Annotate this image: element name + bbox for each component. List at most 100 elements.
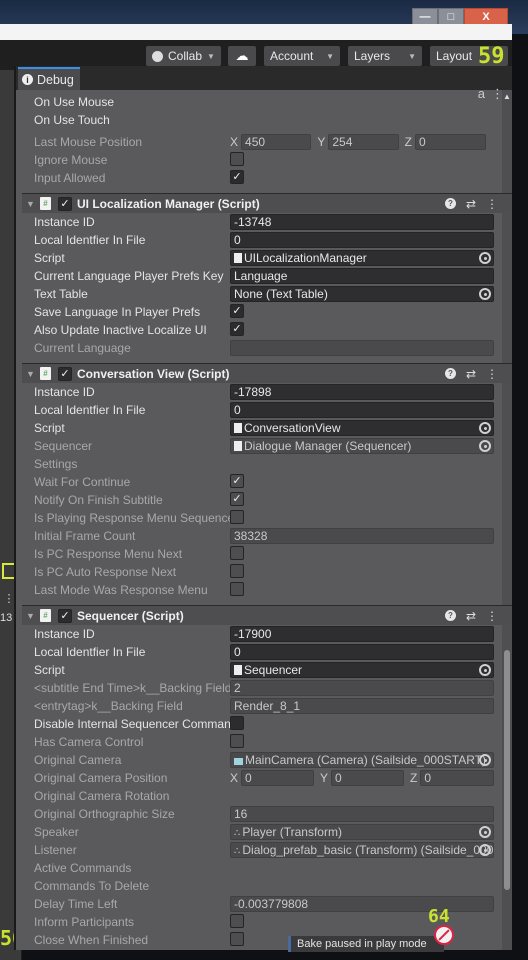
component-header-ui-localization-manager[interactable]: ▼ # ✓ UI Localization Manager (Script) ?… [22,193,512,213]
maximize-button[interactable]: □ [438,8,464,25]
script-file-icon [234,665,242,675]
notify-on-finish-checkbox[interactable]: ✓ [230,492,244,506]
commands-to-delete-row[interactable]: Commands To Delete [22,877,512,895]
component-enabled-checkbox[interactable]: ✓ [58,609,72,623]
presets-icon[interactable]: ⇄ [466,197,476,211]
current-language-field[interactable] [230,340,494,356]
commands-to-delete-foldout[interactable]: Commands To Delete [34,879,230,893]
on-use-mouse-label[interactable]: On Use Mouse [34,95,230,109]
initial-frame-count-field[interactable]: 38328 [230,528,494,544]
on-use-touch-label[interactable]: On Use Touch [34,113,230,127]
settings-foldout[interactable]: Settings [34,457,230,471]
listener-field[interactable]: ∴ Dialog_prefab_basic (Transform) (Sailsi… [230,842,494,858]
is-playing-response-checkbox[interactable] [230,510,244,524]
subtitle-end-time-field[interactable]: 2 [230,680,494,696]
local-identifier-field[interactable]: 0 [230,232,494,248]
minimize-button[interactable]: — [412,8,438,25]
mouse-z-field[interactable]: 0 [415,134,486,150]
chevron-down-icon: ▼ [408,51,416,61]
component-header-sequencer[interactable]: ▼ # ✓ Sequencer (Script) ? ⇄ ⋮ [22,605,512,625]
instance-id-field[interactable]: -17898 [230,384,494,400]
camera-pos-x-field[interactable]: 0 [241,770,314,786]
entrytag-field[interactable]: Render_8_1 [230,698,494,714]
wait-for-continue-checkbox[interactable]: ✓ [230,474,244,488]
settings-row[interactable]: Settings [22,455,512,473]
is-pc-auto-response-checkbox[interactable] [230,564,244,578]
script-value: ConversationView [244,421,341,435]
object-picker-icon[interactable] [479,252,491,264]
instance-id-label: Instance ID [34,215,95,229]
mouse-x-field[interactable]: 450 [241,134,312,150]
local-identifier-field[interactable]: 0 [230,402,494,418]
script-value: Sequencer [244,663,303,677]
component-header-conversation-view[interactable]: ▼ # ✓ Conversation View (Script) ? ⇄ ⋮ [22,363,512,383]
inform-participants-checkbox[interactable] [230,914,244,928]
object-picker-icon[interactable] [479,844,491,856]
wait-for-continue-row: Wait For Continue ✓ [22,473,512,491]
listener-value: Dialog_prefab_basic (Transform) (Sailsid… [242,843,494,857]
object-picker-icon[interactable] [479,826,491,838]
script-object-field[interactable]: Sequencer [230,662,494,678]
instance-id-field[interactable]: -13748 [230,214,494,230]
kebab-menu-icon[interactable]: ⋮ [486,367,498,381]
component-title: Conversation View (Script) [77,366,230,381]
component-enabled-checkbox[interactable]: ✓ [58,197,72,211]
close-button[interactable]: X [464,8,508,25]
on-use-mouse-row[interactable]: On Use Mouse [22,93,512,111]
current-language-label: Current Language [34,341,131,355]
component-enabled-checkbox[interactable]: ✓ [58,367,72,381]
ignore-mouse-checkbox[interactable] [230,152,244,166]
speaker-field[interactable]: ∴ Player (Transform) [230,824,494,840]
active-commands-row[interactable]: Active Commands [22,859,512,877]
collab-button[interactable]: Collab ▼ [146,46,221,66]
on-use-touch-row[interactable]: On Use Touch [22,111,512,129]
sequencer-object-field[interactable]: Dialogue Manager (Sequencer) [230,438,494,454]
instance-id-field[interactable]: -17900 [230,626,494,642]
last-mode-response-checkbox[interactable] [230,582,244,596]
has-camera-control-checkbox[interactable] [230,734,244,748]
lighting-bake-icon[interactable] [434,925,454,945]
fold-arrow-icon[interactable]: ▼ [26,369,35,379]
original-ortho-size-field[interactable]: 16 [230,806,494,822]
original-camera-field[interactable]: MainCamera (Camera) (Sailside_000START) [230,752,494,768]
active-commands-foldout[interactable]: Active Commands [34,861,230,875]
text-table-field[interactable]: None (Text Table) [230,286,494,302]
disable-internal-checkbox[interactable] [230,716,244,730]
local-identifier-field[interactable]: 0 [230,644,494,660]
presets-icon[interactable]: ⇄ [466,609,476,623]
also-update-checkbox[interactable]: ✓ [230,322,244,336]
script-object-field[interactable]: ConversationView [230,420,494,436]
fold-arrow-icon[interactable]: ▼ [26,199,35,209]
object-picker-icon[interactable] [479,288,491,300]
delay-time-left-field[interactable]: -0.003779808 [230,896,494,912]
camera-pos-y-field[interactable]: 0 [331,770,404,786]
input-allowed-checkbox[interactable]: ✓ [230,170,244,184]
original-camera-rotation-foldout[interactable]: Original Camera Rotation [34,789,230,803]
help-icon[interactable]: ? [444,198,456,209]
object-picker-icon[interactable] [479,664,491,676]
current-language-key-field[interactable]: Language [230,268,494,284]
cloud-button[interactable]: ☁ [228,46,256,66]
original-camera-rotation-row[interactable]: Original Camera Rotation [22,787,512,805]
status-message: Bake paused in play mode [288,936,444,952]
kebab-menu-icon[interactable]: ⋮ [486,197,498,211]
layers-dropdown[interactable]: Layers ▼ [348,46,422,66]
camera-pos-z-field[interactable]: 0 [420,770,494,786]
mouse-y-field[interactable]: 254 [328,134,399,150]
kebab-menu-icon[interactable]: ⋮ [486,609,498,623]
object-picker-icon[interactable] [479,440,491,452]
help-icon[interactable]: ? [444,368,456,379]
tab-debug[interactable]: i Debug [18,67,80,90]
save-language-checkbox[interactable]: ✓ [230,304,244,318]
fold-arrow-icon[interactable]: ▼ [26,611,35,621]
close-when-finished-checkbox[interactable] [230,932,244,946]
object-picker-icon[interactable] [479,754,491,766]
script-object-field[interactable]: UILocalizationManager [230,250,494,266]
account-dropdown[interactable]: Account ▼ [264,46,340,66]
presets-icon[interactable]: ⇄ [466,367,476,381]
help-icon[interactable]: ? [444,610,456,621]
is-pc-response-next-checkbox[interactable] [230,546,244,560]
is-pc-auto-response-row: Is PC Auto Response Next [22,563,512,581]
original-camera-label: Original Camera [34,753,122,767]
object-picker-icon[interactable] [479,422,491,434]
